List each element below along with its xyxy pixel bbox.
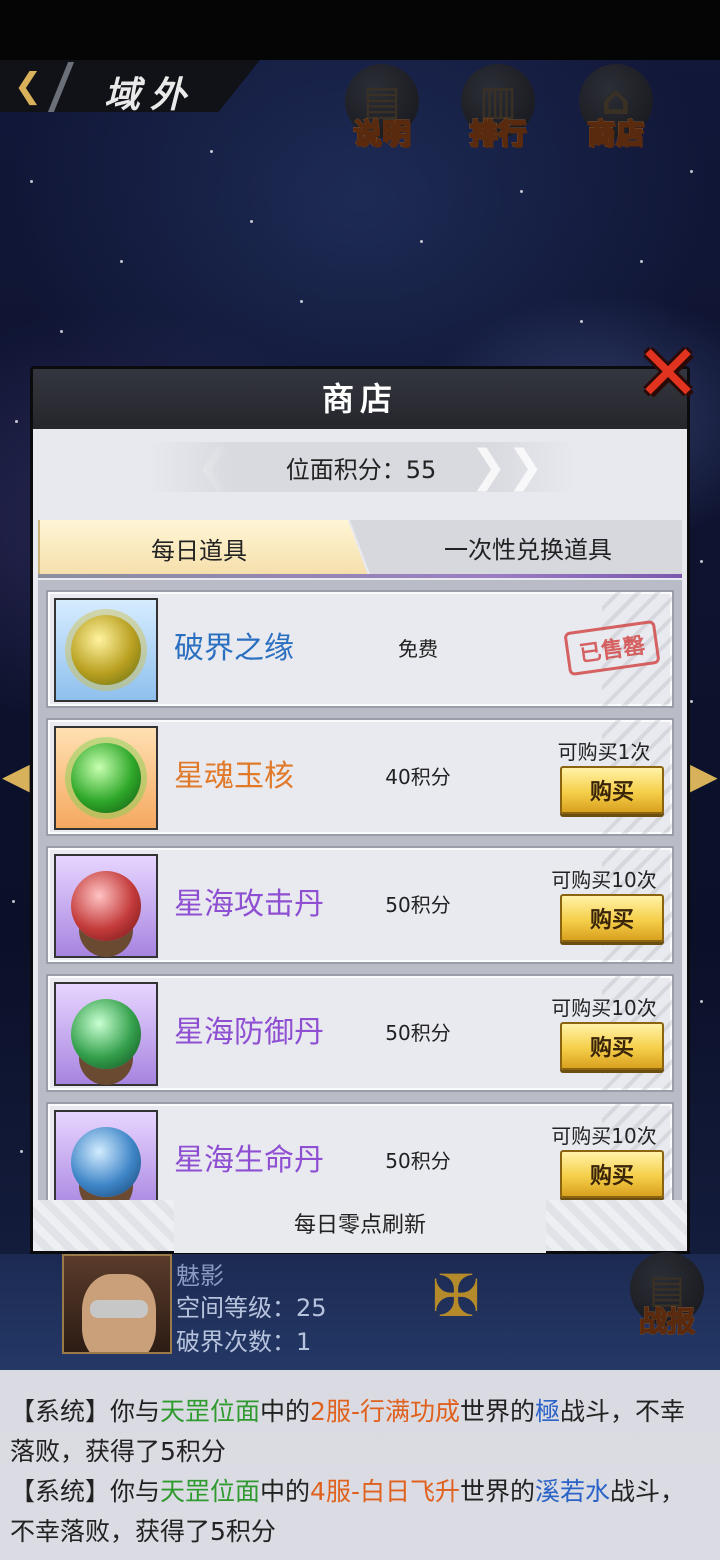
star-decor (12, 900, 15, 903)
ranking-button-label: 排行 (468, 112, 527, 152)
log-segment: 極 (535, 1397, 561, 1426)
log-line: 【系统】你与天罡位面中的4服-白日飞升世界的溪若水战斗，不幸落败，获得了5积分 (10, 1472, 710, 1552)
tab-one-time-items[interactable]: 一次性兑换道具 (350, 520, 682, 574)
shop-title: 商店 (33, 369, 687, 429)
right-chevron-decor-icon: ❯❯ (470, 441, 544, 492)
purchase-limit: 可购买10次 (551, 996, 657, 1020)
player-breaks: 破界次数：1 (176, 1328, 312, 1356)
item-icon-frame[interactable] (54, 854, 158, 958)
shop-button[interactable]: ⌂ 商店 (574, 64, 658, 158)
player-level: 空间等级：25 (176, 1294, 327, 1322)
back-chevron-icon[interactable]: ❮ (10, 66, 46, 106)
shop-button-label: 商店 (586, 112, 645, 152)
log-segment: 中的 (260, 1397, 311, 1426)
list-item: 星海攻击丹 50积分 可购买10次 购买 (46, 846, 674, 964)
avatar-mask (90, 1300, 148, 1318)
star-decor (580, 320, 583, 323)
refresh-footer: 每日零点刷新 (30, 1198, 690, 1254)
gold-orb-icon (71, 615, 141, 685)
buy-button[interactable]: 购买 (560, 1150, 664, 1198)
log-segment: 天罡位面 (160, 1477, 261, 1506)
purchase-limit: 可购买10次 (551, 1124, 657, 1148)
purchase-limit: 可购买10次 (551, 868, 657, 892)
buy-button[interactable]: 购买 (560, 894, 664, 942)
star-decor (15, 420, 18, 423)
star-decor (210, 150, 213, 153)
page-title: 域外 (104, 75, 197, 116)
log-segment: 4服-白日飞升 (310, 1477, 460, 1506)
red-pill-orb-icon (71, 871, 141, 941)
left-arrow-icon[interactable]: ◀ (2, 756, 30, 797)
item-name: 破界之缘 (174, 631, 294, 666)
log-segment: 天罡位面 (160, 1397, 261, 1426)
battle-report-label: 战报 (638, 1300, 696, 1340)
log-segment: 【系统】你与 (10, 1477, 161, 1506)
log-segment: 溪若水 (535, 1477, 611, 1506)
system-log: 【系统】你与天罡位面中的2服-行满功成世界的極战斗，不幸落败，获得了5积分 【系统… (0, 1370, 720, 1560)
log-segment: 世界的 (459, 1477, 535, 1506)
battle-report-button[interactable]: ▤ 战报 (626, 1252, 708, 1348)
log-segment: 世界的 (459, 1397, 535, 1426)
list-item: 破界之缘 免费 已售罄 (46, 590, 674, 708)
green-pill-orb-icon (71, 999, 141, 1069)
star-decor (420, 240, 423, 243)
shop-tabs: 一次性兑换道具 每日道具 (38, 520, 682, 578)
item-list[interactable]: 破界之缘 免费 已售罄 星魂玉核 40积分 可购买1次 购买 星海攻击丹 50积… (38, 580, 682, 1200)
close-icon[interactable]: ✕ (632, 335, 704, 413)
emblem-icon: ✠ (431, 1262, 481, 1330)
help-button[interactable]: ▤ 说明 (340, 64, 424, 158)
item-icon-frame[interactable] (54, 1110, 158, 1200)
item-name: 星海攻击丹 (174, 887, 324, 922)
log-segment: 2服-行满功成 (310, 1397, 460, 1426)
star-decor (640, 260, 643, 263)
star-decor (520, 190, 523, 193)
star-decor (700, 1000, 703, 1003)
star-decor (690, 170, 693, 173)
star-decor (250, 220, 253, 223)
item-price: 40积分 (385, 765, 451, 789)
item-name: 星海生命丹 (174, 1143, 324, 1178)
star-decor (60, 330, 63, 333)
item-name: 星海防御丹 (174, 1015, 324, 1050)
tab-underline (38, 574, 682, 578)
item-name: 星魂玉核 (174, 759, 294, 794)
star-decor (120, 260, 123, 263)
buy-button[interactable]: 购买 (560, 1022, 664, 1070)
item-price: 50积分 (385, 1021, 451, 1045)
item-price: 50积分 (385, 893, 451, 917)
log-line: 【系统】你与天罡位面中的2服-行满功成世界的極战斗，不幸落败，获得了5积分 (10, 1392, 710, 1472)
item-icon-frame[interactable] (54, 598, 158, 702)
right-arrow-icon[interactable]: ▶ (690, 756, 718, 797)
avatar[interactable] (62, 1254, 172, 1354)
item-icon-frame[interactable] (54, 982, 158, 1086)
list-item: 星海生命丹 50积分 可购买10次 购买 (46, 1102, 674, 1200)
log-segment: 【系统】你与 (10, 1397, 161, 1426)
blue-pill-orb-icon (71, 1127, 141, 1197)
star-decor (690, 700, 693, 703)
refresh-note: 每日零点刷新 (173, 1198, 546, 1253)
star-decor (30, 180, 33, 183)
item-price: 50积分 (385, 1149, 451, 1173)
star-decor (20, 1150, 23, 1153)
status-bar (0, 0, 720, 60)
tab-daily-items[interactable]: 每日道具 (38, 520, 368, 576)
item-price: 免费 (398, 637, 438, 661)
item-icon-frame[interactable] (54, 726, 158, 830)
star-decor (700, 560, 703, 563)
list-item: 星魂玉核 40积分 可购买1次 购买 (46, 718, 674, 836)
buy-button[interactable]: 购买 (560, 766, 664, 814)
log-segment: 中的 (260, 1477, 311, 1506)
help-button-label: 说明 (352, 112, 411, 152)
green-jade-orb-icon (71, 743, 141, 813)
ranking-button[interactable]: ▥ 排行 (456, 64, 540, 158)
list-item: 星海防御丹 50积分 可购买10次 购买 (46, 974, 674, 1092)
star-decor (300, 300, 303, 303)
purchase-limit: 可购买1次 (557, 740, 651, 764)
player-name: 魅影 (176, 1262, 224, 1290)
